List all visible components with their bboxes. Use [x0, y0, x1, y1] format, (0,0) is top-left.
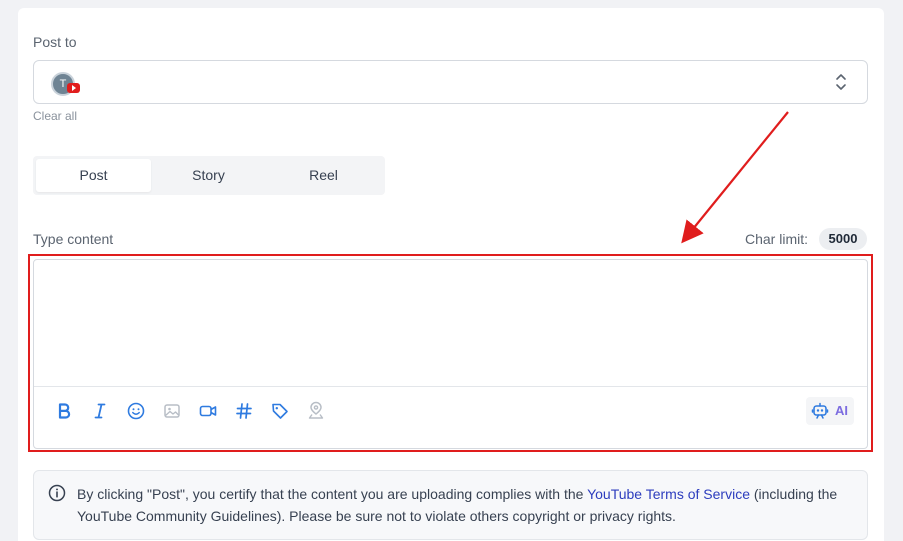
clear-all-link[interactable]: Clear all — [33, 109, 77, 123]
post-to-label: Post to — [33, 34, 77, 50]
info-icon — [48, 484, 66, 502]
tab-story[interactable]: Story — [151, 159, 266, 192]
tab-reel[interactable]: Reel — [266, 159, 381, 192]
youtube-terms-link[interactable]: YouTube Terms of Service — [587, 486, 750, 502]
char-limit-badge: 5000 — [819, 228, 867, 250]
post-type-tabs: Post Story Reel — [33, 156, 385, 195]
terms-notice: By clicking "Post", you certify that the… — [33, 470, 868, 540]
account-select[interactable]: T — [33, 60, 868, 104]
type-content-label: Type content — [33, 231, 114, 247]
chevron-up-down-icon — [836, 74, 846, 90]
notice-text: By clicking "Post", you certify that the… — [77, 483, 857, 527]
char-limit-label: Char limit: — [745, 231, 809, 247]
notice-text-before: By clicking "Post", you certify that the… — [77, 486, 588, 502]
content-highlight-box — [28, 254, 873, 452]
tab-post[interactable]: Post — [36, 159, 151, 192]
youtube-icon — [67, 83, 80, 93]
